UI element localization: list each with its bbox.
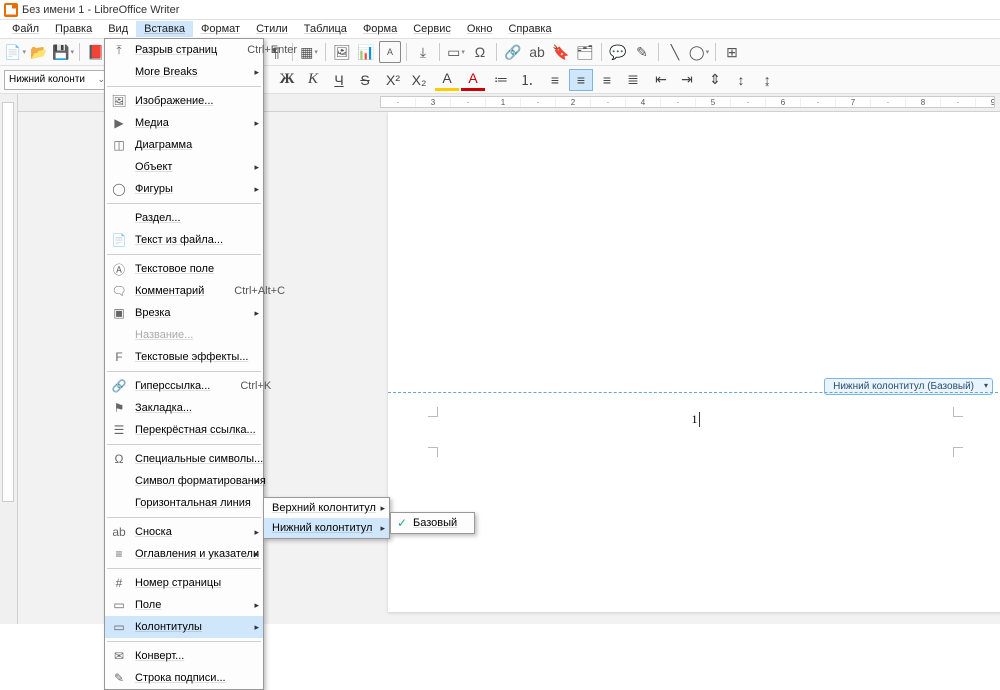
italic-button[interactable]: K bbox=[301, 69, 325, 91]
underline-button[interactable]: Ч bbox=[327, 69, 351, 91]
menuitem-перекр-стная-ссылка-[interactable]: ☰Перекрёстная ссылка... bbox=[105, 419, 263, 441]
trackchanges-button[interactable]: ✎ bbox=[631, 41, 653, 63]
menuitem-врезка[interactable]: ▣Врезка▸ bbox=[105, 302, 263, 324]
save-button[interactable]: 💾 bbox=[52, 41, 74, 63]
menuitem-раздел-[interactable]: Раздел... bbox=[105, 207, 263, 229]
menuitem-поле[interactable]: ▭Поле▸ bbox=[105, 594, 263, 616]
hyperlink-button[interactable]: 🔗 bbox=[502, 41, 524, 63]
ruler-horizontal[interactable]: ·3·1·2·4·5·6·7·8·9·10·11·12·13·14·15·16·… bbox=[380, 96, 995, 108]
menuitem-медиа[interactable]: ▶Медиа▸ bbox=[105, 112, 263, 134]
page[interactable]: Нижний колонтитул (Базовый) 1 bbox=[388, 112, 1000, 612]
menuitem-гиперссылка-[interactable]: 🔗Гиперссылка...Ctrl+K bbox=[105, 375, 263, 397]
footnote-button[interactable]: ab bbox=[526, 41, 548, 63]
open-button[interactable]: 📂 bbox=[28, 41, 50, 63]
bullets-button[interactable]: ≔ bbox=[489, 69, 513, 91]
menuitem-текстовое-поле[interactable]: ⒶТекстовое поле bbox=[105, 258, 263, 280]
menu-файл[interactable]: Файл bbox=[4, 21, 47, 37]
textbox-button[interactable]: A bbox=[379, 41, 401, 63]
fontcolor-button[interactable]: A bbox=[461, 69, 485, 91]
menu-сервис[interactable]: Сервис bbox=[405, 21, 459, 37]
numbering-button[interactable]: ⒈ bbox=[515, 69, 539, 91]
table-button[interactable]: ▦ bbox=[298, 41, 320, 63]
header-footer-submenu[interactable]: Верхний колонтитул▸Нижний колонтитул▸ bbox=[263, 497, 390, 539]
titlebar: Без имени 1 - LibreOffice Writer bbox=[0, 0, 1000, 20]
menuitem-верхний-колонтитул[interactable]: Верхний колонтитул▸ bbox=[264, 498, 389, 518]
app-icon bbox=[4, 3, 18, 17]
menubar: ФайлПравкаВидВставкаФорматСтилиТаблицаФо… bbox=[0, 20, 1000, 38]
menuitem-конверт-[interactable]: ✉Конверт... bbox=[105, 645, 263, 667]
margin-corner bbox=[428, 407, 438, 417]
menuitem-горизонтальная-линия[interactable]: Горизонтальная линия bbox=[105, 492, 263, 514]
menuitem-фигуры[interactable]: ◯Фигуры▸ bbox=[105, 178, 263, 200]
menu-справка[interactable]: Справка bbox=[500, 21, 559, 37]
margin-corner bbox=[428, 447, 438, 457]
highlight-button[interactable]: A bbox=[435, 69, 459, 91]
paragraph-style-combo[interactable]: Нижний колонти bbox=[4, 70, 109, 90]
align-justify-button[interactable]: ≣ bbox=[621, 69, 645, 91]
menuitem-текст-из-файла-[interactable]: 📄Текст из файла... bbox=[105, 229, 263, 251]
menuitem-оглавления-и-указатели[interactable]: ≡Оглавления и указатели▸ bbox=[105, 543, 263, 565]
superscript-button[interactable]: X² bbox=[381, 69, 405, 91]
menuitem-номер-страницы[interactable]: #Номер страницы bbox=[105, 572, 263, 594]
menuitem-закладка-[interactable]: ⚑Закладка... bbox=[105, 397, 263, 419]
subscript-button[interactable]: X₂ bbox=[407, 69, 431, 91]
image-button[interactable]: 🖼 bbox=[331, 41, 353, 63]
insert-menu[interactable]: ⤒Разрыв страницCtrl+EnterMore Breaks▸ 🖼Из… bbox=[104, 38, 264, 690]
align-center-button[interactable]: ≡ bbox=[569, 69, 593, 91]
crossref-button[interactable]: 🗂 bbox=[574, 41, 596, 63]
menu-правка[interactable]: Правка bbox=[47, 21, 100, 37]
menuitem-текстовые-эффекты-[interactable]: FТекстовые эффекты... bbox=[105, 346, 263, 368]
footer-separator bbox=[388, 392, 1000, 393]
menuitem-символ-форматирования[interactable]: Символ форматирования▸ bbox=[105, 470, 263, 492]
margin-corner bbox=[953, 447, 963, 457]
indent-dec-button[interactable]: ⇤ bbox=[649, 69, 673, 91]
menu-таблица[interactable]: Таблица bbox=[296, 21, 355, 37]
menuitem-more-breaks[interactable]: More Breaks▸ bbox=[105, 61, 263, 83]
symbol-button[interactable]: Ω bbox=[469, 41, 491, 63]
shapes-button[interactable]: ◯ bbox=[688, 41, 710, 63]
linespacing-button[interactable]: ⇕ bbox=[703, 69, 727, 91]
window-title: Без имени 1 - LibreOffice Writer bbox=[22, 4, 179, 16]
menu-вид[interactable]: Вид bbox=[100, 21, 136, 37]
bold-button[interactable]: Ж bbox=[275, 69, 299, 91]
menuitem-колонтитулы[interactable]: ▭Колонтитулы▸ bbox=[105, 616, 263, 638]
footer-style-submenu[interactable]: ✓Базовый bbox=[390, 512, 475, 534]
align-right-button[interactable]: ≡ bbox=[595, 69, 619, 91]
menu-формат[interactable]: Формат bbox=[193, 21, 248, 37]
menu-окно[interactable]: Окно bbox=[459, 21, 501, 37]
menuitem-строка-подписи-[interactable]: ✎Строка подписи... bbox=[105, 667, 263, 689]
chart-button[interactable]: 📊 bbox=[355, 41, 377, 63]
menuitem-базовый[interactable]: ✓Базовый bbox=[391, 513, 474, 533]
menuitem-комментарий[interactable]: 🗨КомментарийCtrl+Alt+C bbox=[105, 280, 263, 302]
field-button[interactable]: ▭ bbox=[445, 41, 467, 63]
menuitem-сноска[interactable]: abСноска▸ bbox=[105, 521, 263, 543]
menuitem-объект[interactable]: Объект▸ bbox=[105, 156, 263, 178]
strike-button[interactable]: S bbox=[353, 69, 377, 91]
paraspacing-inc-button[interactable]: ↕ bbox=[729, 69, 753, 91]
menuitem-нижний-колонтитул[interactable]: Нижний колонтитул▸ bbox=[264, 518, 389, 538]
page-number-field[interactable]: 1 bbox=[692, 412, 700, 427]
paragraph-style-value: Нижний колонти bbox=[9, 74, 85, 85]
indent-inc-button[interactable]: ⇥ bbox=[675, 69, 699, 91]
menuitem-разрыв-страниц[interactable]: ⤒Разрыв страницCtrl+Enter bbox=[105, 39, 263, 61]
menuitem-специальные-символы-[interactable]: ΩСпециальные символы... bbox=[105, 448, 263, 470]
pagebreak-button[interactable]: ⤓ bbox=[412, 41, 434, 63]
bookmark-button[interactable]: 🔖 bbox=[550, 41, 572, 63]
menuitem-название-: Название... bbox=[105, 324, 263, 346]
menuitem-изображение-[interactable]: 🖼Изображение... bbox=[105, 90, 263, 112]
margin-corner bbox=[953, 407, 963, 417]
menu-форма[interactable]: Форма bbox=[355, 21, 405, 37]
new-button[interactable]: 📄 bbox=[4, 41, 26, 63]
ruler-vertical[interactable] bbox=[2, 102, 14, 502]
ruler-vertical-wrap bbox=[0, 94, 18, 624]
menu-стили[interactable]: Стили bbox=[248, 21, 296, 37]
line-button[interactable]: ╲ bbox=[664, 41, 686, 63]
comment-button[interactable]: 💬 bbox=[607, 41, 629, 63]
menuitem-диаграмма[interactable]: ◫Диаграмма bbox=[105, 134, 263, 156]
grid-button[interactable]: ⊞ bbox=[721, 41, 743, 63]
align-left-button[interactable]: ≡ bbox=[543, 69, 567, 91]
paraspacing-dec-button[interactable]: ↨ bbox=[755, 69, 779, 91]
menu-вставка[interactable]: Вставка bbox=[136, 21, 193, 37]
